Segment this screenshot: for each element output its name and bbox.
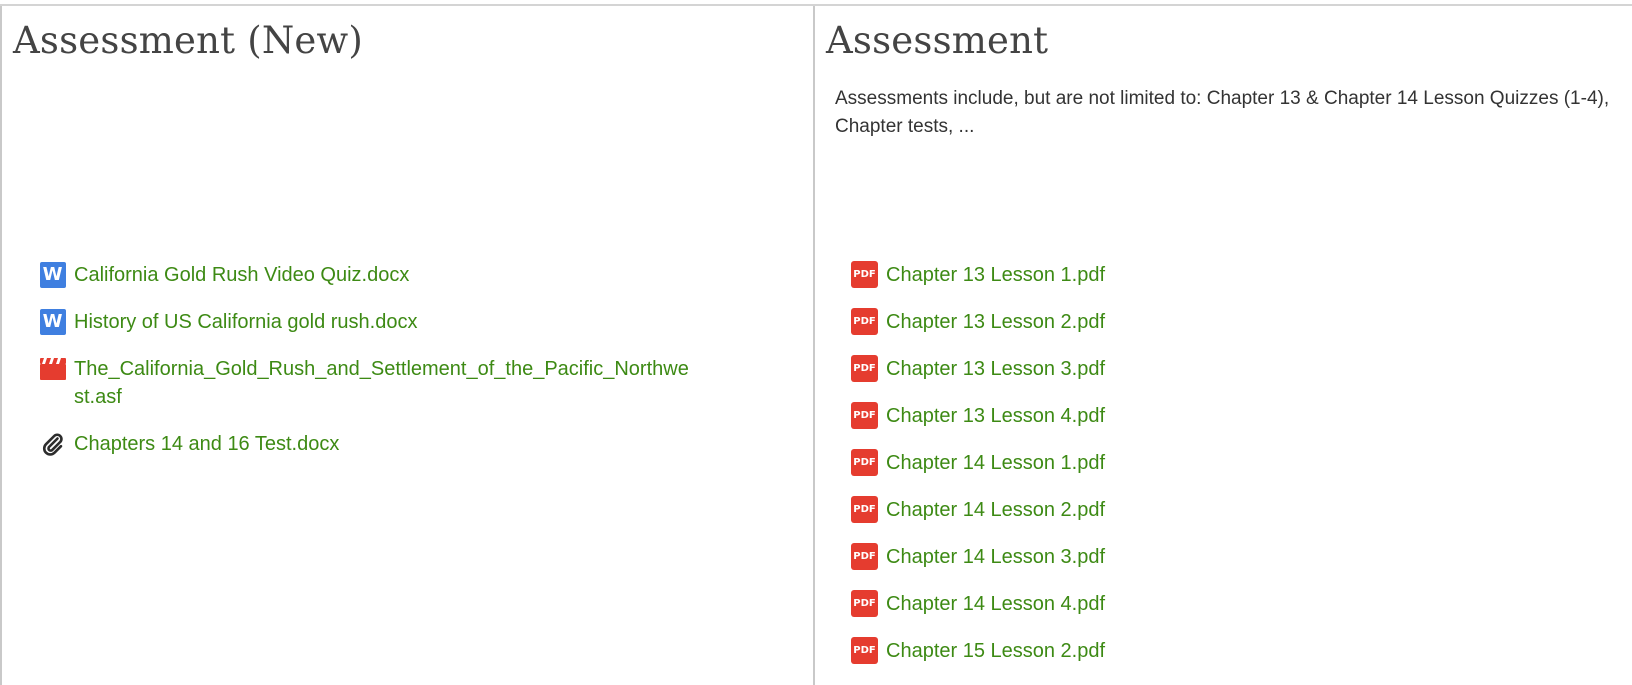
file-link[interactable]: Chapters 14 and 16 Test.docx [74,430,339,458]
list-item: PDF Chapter 14 Lesson 2.pdf [851,496,1551,524]
file-link[interactable]: History of US California gold rush.docx [74,308,417,336]
list-item: PDF Chapter 14 Lesson 3.pdf [851,543,1551,571]
file-link[interactable]: Chapter 14 Lesson 4.pdf [886,590,1105,618]
file-link[interactable]: California Gold Rush Video Quiz.docx [74,261,409,289]
panel-description: Assessments include, but are not limited… [835,88,1610,137]
file-link[interactable]: Chapter 13 Lesson 3.pdf [886,355,1105,383]
file-link[interactable]: Chapter 13 Lesson 1.pdf [886,261,1105,289]
list-item: The_California_Gold_Rush_and_Settlement_… [39,355,719,411]
list-item: W History of US California gold rush.doc… [39,308,719,336]
pdf-icon: PDF [851,590,878,617]
list-item: PDF Chapter 13 Lesson 2.pdf [851,308,1551,336]
assessment-new-panel: Assessment (New) W California Gold Rush … [0,6,815,685]
list-item: PDF Chapter 15 Lesson 2.pdf [851,637,1551,665]
pdf-icon: PDF [851,637,878,664]
list-item: PDF Chapter 14 Lesson 4.pdf [851,590,1551,618]
pdf-icon: PDF [851,449,878,476]
list-item: PDF Chapter 13 Lesson 1.pdf [851,261,1551,289]
file-list: W California Gold Rush Video Quiz.docx W… [39,261,719,477]
file-link[interactable]: Chapter 13 Lesson 4.pdf [886,402,1105,430]
pdf-icon: PDF [851,308,878,335]
file-list: PDF Chapter 13 Lesson 1.pdf PDF Chapter … [851,261,1551,684]
word-doc-icon: W [39,308,66,335]
word-doc-icon: W [39,261,66,288]
assessment-panel: Assessment Assessments include, but are … [815,6,1632,685]
pdf-icon: PDF [851,355,878,382]
list-item: PDF Chapter 14 Lesson 1.pdf [851,449,1551,477]
list-item: Chapters 14 and 16 Test.docx [39,430,719,458]
paperclip-icon [39,430,66,457]
pdf-icon: PDF [851,402,878,429]
panel-title: Assessment (New) [13,19,364,62]
list-item: W California Gold Rush Video Quiz.docx [39,261,719,289]
file-link[interactable]: Chapter 14 Lesson 3.pdf [886,543,1105,571]
panel-title: Assessment [826,19,1049,62]
file-link[interactable]: Chapter 15 Lesson 2.pdf [886,637,1105,665]
pdf-icon: PDF [851,496,878,523]
pdf-icon: PDF [851,543,878,570]
file-link[interactable]: Chapter 14 Lesson 2.pdf [886,496,1105,524]
pdf-icon: PDF [851,261,878,288]
list-item: PDF Chapter 13 Lesson 4.pdf [851,402,1551,430]
file-link[interactable]: The_California_Gold_Rush_and_Settlement_… [74,355,694,411]
video-clapper-icon [39,355,66,382]
list-item: PDF Chapter 13 Lesson 3.pdf [851,355,1551,383]
file-link[interactable]: Chapter 14 Lesson 1.pdf [886,449,1105,477]
file-link[interactable]: Chapter 13 Lesson 2.pdf [886,308,1105,336]
